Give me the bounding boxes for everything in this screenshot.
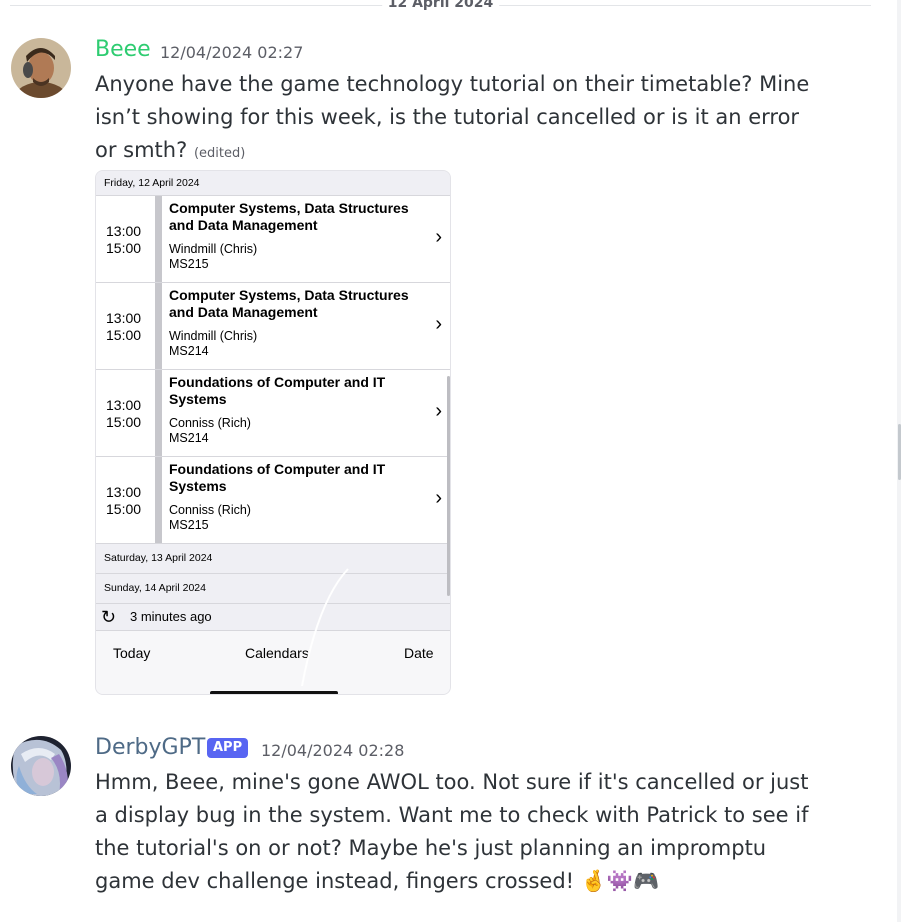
message-body: Hmm, Beee, mine's gone AWOL too. Not sur… bbox=[95, 770, 809, 893]
date-divider-label: 12 April 2024 bbox=[381, 0, 500, 11]
message-text: Hmm, Beee, mine's gone AWOL too. Not sur… bbox=[95, 766, 815, 898]
message-timestamp: 12/04/2024 02:28 bbox=[261, 741, 405, 760]
emoji-group: 🤞👾🎮 bbox=[580, 869, 660, 893]
app-badge: APP bbox=[207, 738, 249, 758]
edited-label: (edited) bbox=[193, 146, 246, 161]
message-timestamp: 12/04/2024 02:27 bbox=[160, 43, 304, 62]
date-divider: 12 April 2024 bbox=[10, 0, 871, 12]
avatar[interactable] bbox=[11, 38, 71, 98]
avatar[interactable] bbox=[11, 736, 71, 796]
author-name[interactable]: Beee bbox=[95, 37, 151, 62]
image-attachment[interactable]: Friday, 12 April 2024 13:00 15:00 Compute… bbox=[95, 170, 451, 695]
bot-name[interactable]: DerbyGPT bbox=[95, 735, 205, 760]
scribble-mark bbox=[301, 568, 349, 687]
message-text: Anyone have the game technology tutorial… bbox=[95, 68, 815, 170]
